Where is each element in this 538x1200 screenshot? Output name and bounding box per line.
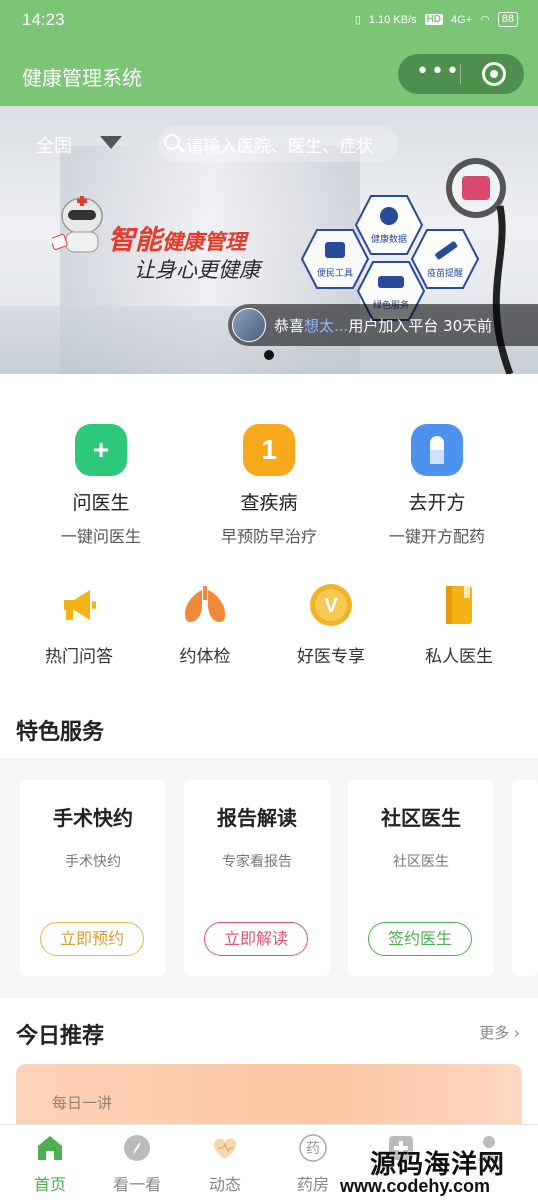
entry-subtitle: 早预防早治疗 <box>220 527 317 546</box>
entry-book-checkup[interactable]: 约体检 <box>138 582 272 667</box>
hd-badge: HD <box>424 14 444 25</box>
pill-icon <box>411 424 463 476</box>
entry-check-disease[interactable]: 1 查疾病 早预防早治疗 <box>184 424 354 547</box>
entry-hot-qa[interactable]: 热门问答 <box>12 582 146 667</box>
feature-subtitle: 社区医生 <box>393 854 449 870</box>
home-icon <box>35 1133 65 1163</box>
pharmacy-icon: 药 <box>298 1133 328 1163</box>
feature-title: 报告解读 <box>217 806 297 830</box>
entry-subtitle: 一键问医生 <box>60 527 141 546</box>
title-bar: 健康管理系统 ••• <box>0 42 538 106</box>
entry-ask-doctor[interactable]: + 问医生 一键问医生 <box>16 424 186 547</box>
feature-title: 社区医生 <box>381 806 461 830</box>
sign-doctor-button[interactable]: 签约医生 <box>368 922 472 956</box>
entry-title: 热门问答 <box>45 647 113 667</box>
slogan-main: 智能健康管理 <box>108 218 246 257</box>
slogan-main-a: 智能 <box>108 225 162 256</box>
entry-subtitle: 一键开方配药 <box>388 527 485 546</box>
carousel-indicator <box>264 350 274 360</box>
notebook-icon <box>436 582 482 628</box>
toast-text: 恭喜想太...用户加入平台 30天前 <box>274 315 492 336</box>
megaphone-icon <box>56 582 102 628</box>
slogan-sub: 让身心更健康 <box>134 258 260 282</box>
search-box[interactable]: 请输入医院、医生、症状 <box>158 126 398 162</box>
recommend-section: 今日推荐 更多 › 每日一讲 <box>0 998 538 1134</box>
svg-text:药: 药 <box>306 1141 320 1157</box>
caret-down-icon[interactable] <box>100 136 122 149</box>
capsule-divider <box>460 64 461 84</box>
entry-title: 查疾病 <box>240 492 298 514</box>
avatar <box>232 308 266 342</box>
status-time: 14:23 <box>22 10 65 29</box>
toast-user: 想太... <box>304 317 349 335</box>
interpret-now-button[interactable]: 立即解读 <box>204 922 308 956</box>
section-title-features: 特色服务 <box>16 720 105 745</box>
vibrate-icon: ▯ <box>354 14 361 26</box>
watermark: 源码海洋网 www.codehy.com <box>340 1138 538 1200</box>
entry-title: 好医专享 <box>297 647 365 667</box>
close-target-icon[interactable] <box>482 62 506 86</box>
lungs-icon <box>182 582 228 628</box>
entry-title: 约体检 <box>179 647 231 667</box>
compass-icon <box>122 1133 152 1163</box>
chevron-right-icon: › <box>514 1024 520 1042</box>
battery-icon: 88 <box>497 12 518 27</box>
feature-subtitle: 手术快约 <box>65 854 121 870</box>
tab-moments[interactable]: 动态 <box>180 1133 270 1195</box>
svg-text:V: V <box>324 595 338 617</box>
heart-icon <box>210 1133 240 1163</box>
feature-service-strip[interactable]: 手术快约 手术快约 立即预约 报告解读 专家看报告 立即解读 社区医生 社区医生… <box>0 758 538 998</box>
app-title: 健康管理系统 <box>22 66 142 90</box>
book-now-button[interactable]: 立即预约 <box>40 922 144 956</box>
robot-mascot-icon <box>52 196 103 253</box>
toast-prefix: 恭喜 <box>274 317 305 335</box>
vip-badge-icon: V <box>308 582 354 628</box>
feature-card-community[interactable]: 社区医生 社区医生 签约医生 <box>348 780 494 976</box>
entry-vip-doctor[interactable]: V 好医专享 <box>264 582 398 667</box>
entry-prescribe[interactable]: 去开方 一键开方配药 <box>352 424 522 547</box>
banner[interactable]: 全国 请输入医院、医生、症状 智能健康管理 让身心更健康 健康数据 便民工具 疫… <box>0 106 538 374</box>
status-bar: 14:23 ▯ 1.10 KB/s HD 4G+ ◠ 88 <box>0 0 538 42</box>
recommend-card-text: 每日一讲 <box>52 1094 113 1112</box>
number-one-icon: 1 <box>243 424 295 476</box>
entry-title: 私人医生 <box>425 647 493 667</box>
more-icon[interactable]: ••• <box>416 61 459 83</box>
section-title-recommend: 今日推荐 <box>16 1024 105 1049</box>
entry-title: 去开方 <box>408 492 466 514</box>
search-placeholder: 请输入医院、医生、症状 <box>186 137 373 157</box>
tab-label: 动态 <box>208 1175 241 1194</box>
tab-explore[interactable]: 看一看 <box>92 1133 182 1195</box>
toast-suffix: 用户加入平台 30天前 <box>348 317 493 335</box>
entry-title: 问医生 <box>72 492 130 514</box>
mini-program-capsule: ••• <box>398 54 524 94</box>
tab-label: 首页 <box>33 1175 66 1194</box>
region-selector[interactable]: 全国 <box>36 132 72 158</box>
signal-icon: 4G+ <box>451 13 473 26</box>
more-link[interactable]: 更多 › <box>479 1022 520 1043</box>
net-speed: 1.10 KB/s <box>368 13 417 26</box>
plus-icon: + <box>75 424 127 476</box>
tab-label: 看一看 <box>112 1175 161 1194</box>
slogan-main-b: 健康管理 <box>162 230 246 254</box>
feature-subtitle: 专家看报告 <box>222 854 292 870</box>
wifi-icon: ◠ <box>480 14 490 26</box>
join-toast: 恭喜想太...用户加入平台 30天前 <box>228 304 538 346</box>
search-icon <box>164 134 180 150</box>
feature-card-surgery[interactable]: 手术快约 手术快约 立即预约 <box>20 780 166 976</box>
feature-card-report[interactable]: 报告解读 专家看报告 立即解读 <box>184 780 330 976</box>
entry-private-doctor[interactable]: 私人医生 <box>392 582 526 667</box>
watermark-line2: www.codehy.com <box>340 1176 491 1196</box>
feature-title: 手术快约 <box>53 806 133 830</box>
status-indicators: ▯ 1.10 KB/s HD 4G+ ◠ 88 <box>355 12 518 27</box>
quick-entry-panel: + 问医生 一键问医生 1 查疾病 早预防早治疗 去开方 一键开方配药 热门问答… <box>0 374 538 758</box>
tab-home[interactable]: 首页 <box>5 1133 95 1195</box>
more-label: 更多 <box>479 1024 510 1042</box>
feature-card-partial[interactable] <box>512 780 538 976</box>
